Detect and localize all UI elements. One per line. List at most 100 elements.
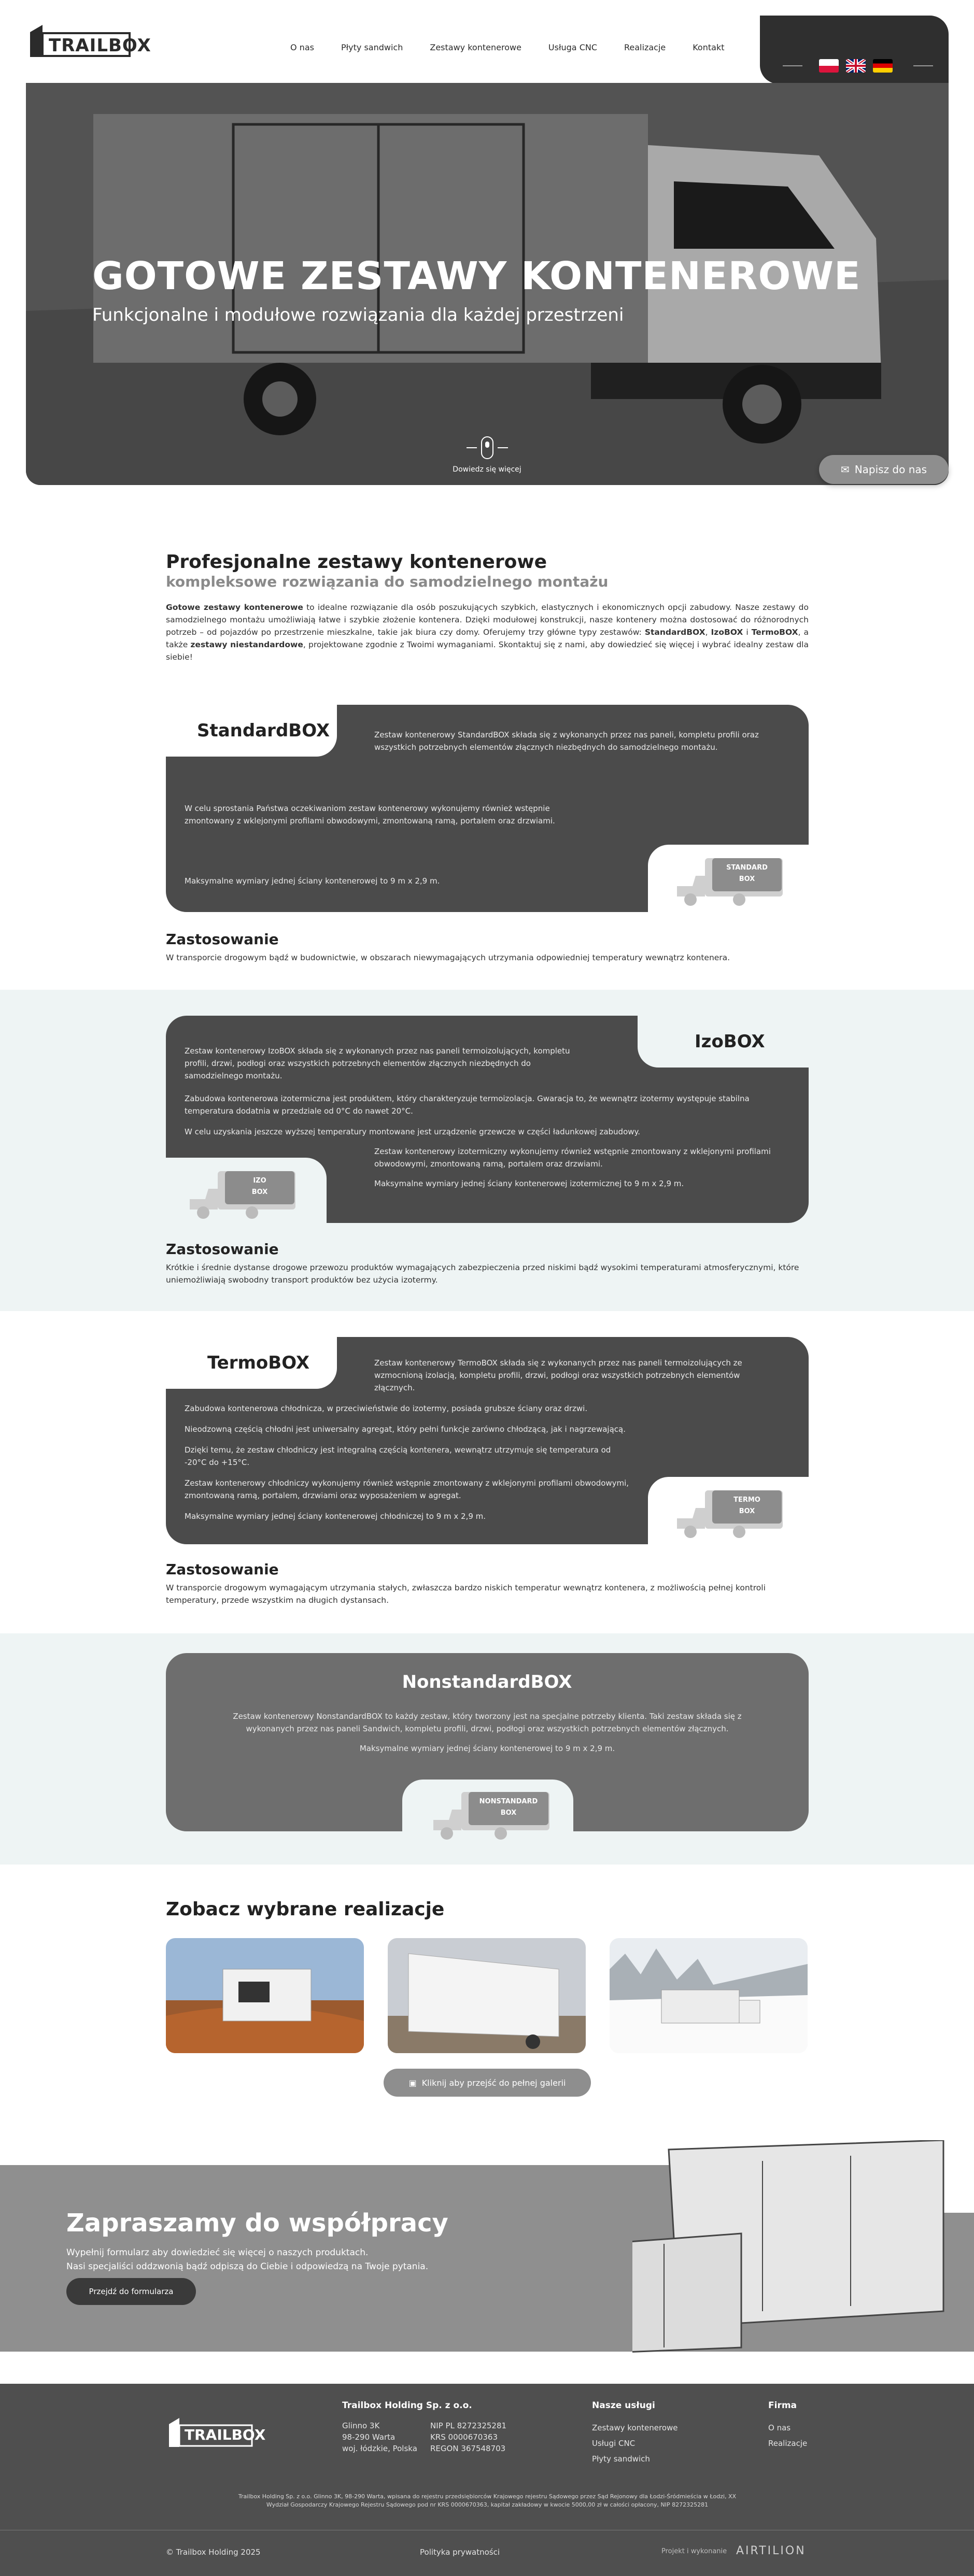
footer-services: Zestawy kontenerowe Usługi CNC Płyty san… [592, 2420, 678, 2467]
footer-logo-text: TRAILBOX [185, 2426, 266, 2443]
truck-icon: NONSTANDARD BOX [428, 1789, 553, 1846]
tag-line-2: BOX [251, 1188, 268, 1196]
gallery-button[interactable]: ▣ Kliknij aby przejść do pełnej galerii [384, 2069, 591, 2097]
gallery-photo-3[interactable] [610, 1938, 808, 2053]
bold-izobox: IzoBOX [711, 628, 743, 637]
intro-title: Profesjonalne zestawy kontenerowe [166, 551, 547, 573]
mail-icon: ✉ [840, 463, 850, 476]
nav-container-sets[interactable]: Zestawy kontenerowe [430, 42, 521, 52]
termobox-title: TermoBOX [207, 1353, 310, 1373]
regon: REGON 367548703 [430, 2444, 506, 2453]
footer-link-realizations[interactable]: Realizacje [768, 2436, 807, 2451]
address-line-3: woj. łódzkie, Polska [342, 2444, 417, 2453]
hero-subtitle: Funkcjonalne i modułowe rozwiązania dla … [92, 305, 624, 325]
termobox-text-3: Nieodzowną częścią chłodni jest uniwersa… [185, 1425, 626, 1434]
nonstandardbox-text-2: Maksymalne wymiary jednej ściany kontene… [359, 1744, 615, 1753]
trailbox-logo[interactable]: TRAILBOX [27, 23, 151, 60]
cooperation-title: Zapraszamy do współpracy [66, 2209, 448, 2238]
standardbox-text-1: Zestaw kontenerowy StandardBOX składa si… [374, 730, 759, 752]
chat-button-label: Napisz do nas [854, 463, 927, 476]
bold-custom: zestawy niestandardowe [190, 640, 303, 649]
izobox-text-2: Zabudowa kontenerowa izotermiczna jest p… [185, 1094, 750, 1116]
tag-line-2: BOX [500, 1809, 517, 1817]
logo-text: TRAILBOX [49, 35, 151, 56]
footer-address: Glinno 3K 98-290 Warta woj. łódzkie, Pol… [342, 2420, 417, 2454]
credit-brand[interactable]: AIRTILION [736, 2544, 806, 2557]
footer-link-container-sets[interactable]: Zestawy kontenerowe [592, 2420, 678, 2436]
termobox-uses-title: Zastosowanie [166, 1561, 279, 1578]
divider [783, 65, 802, 66]
truck-icon: STANDARD BOX [672, 855, 786, 912]
truck-icon: IZO BOX [185, 1168, 299, 1225]
address-line-1: Glinno 3K [342, 2421, 380, 2430]
flag-en-icon[interactable] [846, 59, 866, 73]
izobox-text-4: Zestaw kontenerowy izotermiczny wykonuje… [374, 1147, 771, 1169]
footer-link-about[interactable]: O nas [768, 2420, 807, 2436]
privacy-link[interactable]: Polityka prywatności [420, 2546, 500, 2558]
hero-title: GOTOWE ZESTAWY KONTENEROWE [92, 254, 861, 298]
tag-line-2: BOX [739, 875, 755, 883]
izobox-uses-text: Krótkie i średnie dystanse drogowe przew… [166, 1263, 799, 1285]
standardbox-text-3: Maksymalne wymiary jednej ściany kontene… [185, 876, 440, 886]
scroll-indicator[interactable] [467, 436, 508, 459]
izobox-text-1: Zestaw kontenerowy IzoBOX składa się z w… [185, 1046, 570, 1080]
bold-standardbox: StandardBOX [644, 628, 705, 637]
footer-link-cnc[interactable]: Usługi CNC [592, 2436, 678, 2451]
nav-contact[interactable]: Kontakt [693, 42, 724, 52]
gallery-icon: ▣ [408, 2077, 417, 2088]
footer-firm-heading: Firma [768, 2400, 797, 2411]
footer-company: Trailbox Holding Sp. z o.o. [342, 2400, 472, 2411]
nonstandardbox-title: NonstandardBOX [402, 1672, 572, 1692]
truck-icon: TERMO BOX [672, 1487, 786, 1544]
nav-about[interactable]: O nas [290, 42, 314, 52]
gallery-photo-1[interactable] [166, 1938, 364, 2053]
language-switcher [760, 16, 949, 84]
footer-services-heading: Nasze usługi [592, 2400, 655, 2411]
tag-line-1: STANDARD [726, 864, 768, 872]
main-nav: O nas Płyty sandwich Zestawy kontenerowe… [290, 42, 724, 52]
termobox-uses-text: W transporcie drogowym wymagającym utrzy… [166, 1583, 766, 1605]
footer-legal: Trailbox Holding Sp. z o.o. Glinno 3K, 9… [238, 2493, 737, 2508]
cooperation-text-1: Wypełnij formularz aby dowiedzieć się wi… [66, 2247, 369, 2258]
nav-realizations[interactable]: Realizacje [624, 42, 666, 52]
sep: , [705, 628, 711, 637]
credit-label: Projekt i wykonanie [661, 2547, 727, 2555]
termobox-text-4: Dzięki temu, że zestaw chłodniczy jest i… [185, 1445, 611, 1467]
termobox-text-2: Zabudowa kontenerowa chłodnicza, w przec… [185, 1404, 588, 1413]
izobox-text-5: Maksymalne wymiary jednej ściany kontene… [374, 1179, 684, 1188]
flag-pl-icon[interactable] [819, 59, 839, 73]
bold-text: Gotowe zestawy kontenerowe [166, 603, 303, 612]
izobox-text-3: W celu uzyskania jeszcze wyższej tempera… [185, 1127, 641, 1136]
chat-button[interactable]: ✉ Napisz do nas [819, 455, 949, 484]
bold-termobox: TermoBOX [751, 628, 798, 637]
cooperation-text-2: Nasi specjaliści oddzwonią bądź odpiszą … [66, 2261, 429, 2272]
footer-logo[interactable]: TRAILBOX [166, 2415, 265, 2451]
nip: NIP PL 8272325281 [430, 2421, 507, 2430]
tag-line-1: TERMO [733, 1496, 760, 1504]
izobox-title: IzoBOX [695, 1031, 765, 1052]
nav-cnc[interactable]: Usługa CNC [548, 42, 597, 52]
tag-line-2: BOX [739, 1507, 755, 1515]
copyright: © Trailbox Holding 2025 [166, 2547, 261, 2557]
gallery-button-label: Kliknij aby przejść do pełnej galerii [421, 2077, 566, 2088]
footer-link-sandwich[interactable]: Płyty sandwich [592, 2451, 678, 2467]
termobox-text-5: Zestaw kontenerowy chłodniczy wykonujemy… [185, 1478, 629, 1500]
nav-sandwich-panels[interactable]: Płyty sandwich [341, 42, 403, 52]
standardbox-uses-title: Zastosowanie [166, 931, 279, 948]
address-line-2: 98-290 Warta [342, 2432, 396, 2442]
sep: i [743, 628, 752, 637]
termobox-text-6: Maksymalne wymiary jednej ściany kontene… [185, 1512, 486, 1521]
standardbox-text-2: W celu sprostania Państwa oczekiwaniom z… [185, 804, 555, 826]
nonstandardbox-text-1: Zestaw kontenerowy NonstandardBOX to każ… [233, 1712, 742, 1733]
tag-line-1: IZO [253, 1177, 266, 1185]
krs: KRS 0000670363 [430, 2432, 498, 2442]
cooperation-text: Wypełnij formularz aby dowiedzieć się wi… [66, 2246, 428, 2274]
flag-de-icon[interactable] [873, 59, 893, 73]
gallery-title: Zobacz wybrane realizacje [166, 1899, 445, 1920]
intro-subtitle: kompleksowe rozwiązania do samodzielnego… [166, 573, 609, 590]
gallery-photo-2[interactable] [388, 1938, 586, 2053]
divider [913, 65, 933, 66]
standardbox-uses-text: W transporcie drogowym bądź w budownictw… [166, 953, 730, 962]
footer-registry: NIP PL 8272325281 KRS 0000670363 REGON 3… [430, 2420, 506, 2454]
form-button[interactable]: Przejdź do formularza [66, 2278, 196, 2305]
